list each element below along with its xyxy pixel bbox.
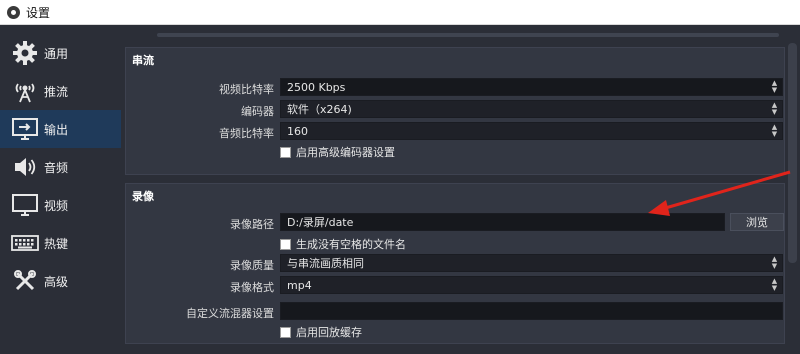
previous-section-edge xyxy=(157,33,779,37)
gear-icon xyxy=(10,38,40,68)
audio-bitrate-select[interactable]: 160 ▲ ▼ xyxy=(280,122,783,140)
video-bitrate-label: 视频比特率 xyxy=(219,83,274,96)
recording-format-value: mp4 xyxy=(287,278,312,292)
chevron-updown-icon: ▲ ▼ xyxy=(771,277,778,292)
replay-buffer-checkbox[interactable]: 启用回放缓存 xyxy=(280,324,362,340)
advanced-encoder-label: 启用高级编码器设置 xyxy=(296,146,395,159)
browse-button[interactable]: 浏览 xyxy=(730,213,784,231)
settings-sidebar: 通用 推流 输出 音频 视频 热键 高级 xyxy=(0,25,121,354)
sidebar-item-advanced[interactable]: 高级 xyxy=(0,262,121,300)
title-bar: 设置 xyxy=(0,0,800,25)
sidebar-item-label: 视频 xyxy=(44,198,69,213)
no-space-filename-checkbox[interactable]: 生成没有空格的文件名 xyxy=(280,236,406,252)
chevron-updown-icon: ▲ ▼ xyxy=(771,123,778,138)
keyboard-icon xyxy=(10,228,40,258)
sidebar-item-video[interactable]: 视频 xyxy=(0,186,121,224)
recording-format-label: 录像格式 xyxy=(230,281,274,294)
sidebar-item-label: 音频 xyxy=(44,160,69,175)
encoder-label: 编码器 xyxy=(241,105,274,118)
checkbox-box[interactable] xyxy=(280,238,291,250)
sidebar-item-label: 热键 xyxy=(44,236,69,251)
streaming-group-title: 串流 xyxy=(132,54,154,67)
recording-quality-select[interactable]: 与串流画质相同 ▲ ▼ xyxy=(280,254,783,272)
sidebar-item-stream[interactable]: 推流 xyxy=(0,72,121,110)
sidebar-item-general[interactable]: 通用 xyxy=(0,34,121,72)
video-bitrate-value: 2500 Kbps xyxy=(287,80,346,94)
vertical-scrollbar[interactable] xyxy=(785,25,800,354)
sidebar-item-output[interactable]: 输出 xyxy=(0,110,121,148)
muxer-settings-label: 自定义流混器设置 xyxy=(186,307,274,320)
sidebar-item-label: 通用 xyxy=(44,46,69,61)
recording-path-value: D:/录屏/date xyxy=(287,216,354,229)
sidebar-item-label: 推流 xyxy=(44,84,69,99)
checkbox-box[interactable] xyxy=(280,326,291,338)
audio-bitrate-label: 音频比特率 xyxy=(219,127,274,140)
chevron-updown-icon: ▲ ▼ xyxy=(771,101,778,116)
obs-logo-icon xyxy=(7,5,20,19)
scrollbar-thumb[interactable] xyxy=(788,43,797,263)
checkbox-box[interactable] xyxy=(280,146,291,158)
monitor-output-icon xyxy=(10,114,40,144)
muxer-settings-input[interactable] xyxy=(280,302,783,320)
sidebar-item-hotkeys[interactable]: 热键 xyxy=(0,224,121,262)
recording-quality-label: 录像质量 xyxy=(230,259,274,272)
audio-bitrate-value: 160 xyxy=(287,124,308,138)
speaker-icon xyxy=(10,152,40,182)
monitor-icon xyxy=(10,190,40,220)
recording-quality-value: 与串流画质相同 xyxy=(287,257,364,270)
video-bitrate-input[interactable]: 2500 Kbps ▲ ▼ xyxy=(280,78,783,96)
window-title: 设置 xyxy=(26,5,51,20)
tools-icon xyxy=(10,266,40,296)
encoder-select[interactable]: 软件（x264) ▲ ▼ xyxy=(280,100,783,118)
encoder-value: 软件（x264) xyxy=(287,103,352,116)
recording-format-select[interactable]: mp4 ▲ ▼ xyxy=(280,276,783,294)
recording-group-title: 录像 xyxy=(132,190,154,203)
antenna-icon xyxy=(10,76,40,106)
no-space-filename-label: 生成没有空格的文件名 xyxy=(296,238,406,251)
sidebar-item-label: 高级 xyxy=(44,274,69,289)
spinbox-arrows-icon[interactable]: ▲ ▼ xyxy=(767,79,782,95)
recording-path-label: 录像路径 xyxy=(230,218,274,231)
sidebar-item-label: 输出 xyxy=(44,122,69,137)
replay-buffer-label: 启用回放缓存 xyxy=(296,326,362,339)
recording-path-input[interactable]: D:/录屏/date xyxy=(280,213,725,231)
sidebar-item-audio[interactable]: 音频 xyxy=(0,148,121,186)
advanced-encoder-checkbox[interactable]: 启用高级编码器设置 xyxy=(280,144,395,160)
chevron-updown-icon: ▲ ▼ xyxy=(771,255,778,270)
